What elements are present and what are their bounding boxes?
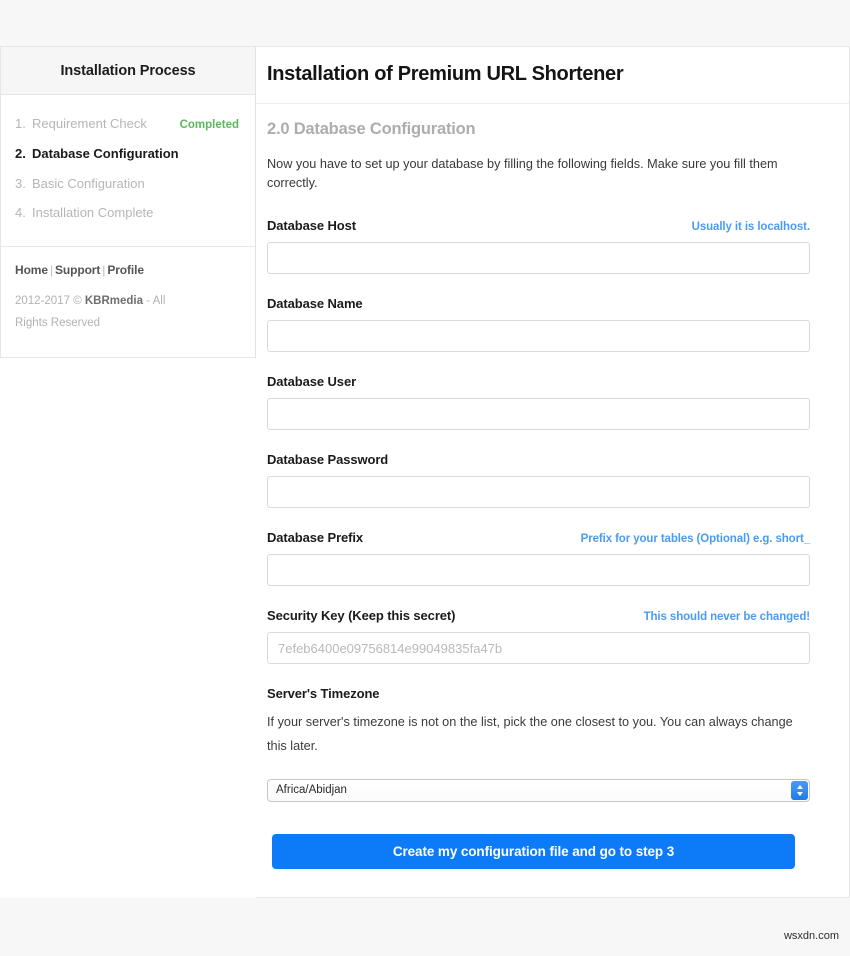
timezone-select[interactable]: Africa/Abidjan <box>267 778 810 802</box>
sidebar-title: Installation Process <box>1 47 255 95</box>
section-title: 2.0 Database Configuration <box>267 120 476 138</box>
field-label: Server's Timezone <box>267 686 380 702</box>
field-header: Security Key (Keep this secret) This sho… <box>267 608 810 623</box>
status-badge: Completed <box>179 119 239 131</box>
step-label: Requirement Check <box>32 116 147 131</box>
sidebar-item-installation-complete[interactable]: 4. Installation Complete <box>1 198 255 228</box>
step-number: 1. <box>15 116 26 131</box>
sidebar-item-requirement-check[interactable]: 1. Requirement Check Completed <box>1 109 255 139</box>
footer-separator: | <box>49 262 53 277</box>
chevron-down-icon <box>796 791 803 796</box>
database-user-input[interactable] <box>267 398 810 431</box>
footer-link-profile[interactable]: Profile <box>107 263 144 277</box>
sidebar-item-basic-configuration[interactable]: 3. Basic Configuration <box>1 169 255 199</box>
database-password-input[interactable] <box>267 476 810 509</box>
footer-link-support[interactable]: Support <box>55 263 100 277</box>
intro-text: Now you have to set up your database by … <box>267 157 778 191</box>
step-number: 2. <box>15 146 26 162</box>
installer-page: Installation Process 1. Requirement Chec… <box>0 46 850 898</box>
timezone-selected-value: Africa/Abidjan <box>276 784 347 797</box>
database-prefix-input[interactable] <box>267 554 810 587</box>
field-header: Database Host Usually it is localhost. <box>267 218 810 233</box>
sidebar: Installation Process 1. Requirement Chec… <box>0 46 256 358</box>
step-number: 3. <box>15 175 26 191</box>
chevron-updown-icon[interactable] <box>791 780 808 800</box>
security-key-input[interactable] <box>267 632 810 665</box>
copyright-brand: KBRmedia <box>84 294 144 307</box>
page-title: Installation of Premium URL Shortener <box>267 63 624 85</box>
watermark: wsxdn.com <box>783 930 839 942</box>
footer-links: Home | Support | Profile <box>15 263 241 277</box>
installation-steps-list: 1. Requirement Check Completed 2. Databa… <box>1 95 255 247</box>
footer-copyright: 2012-2017 © KBRmedia - All Rights Reserv… <box>15 290 190 335</box>
main-body: 2.0 Database Configuration Now you have … <box>256 104 849 897</box>
field-hint: Prefix for your tables (Optional) e.g. s… <box>580 533 810 546</box>
sidebar-item-database-configuration[interactable]: 2. Database Configuration <box>1 139 255 169</box>
database-host-input[interactable] <box>267 242 810 275</box>
field-hint: This should never be changed! <box>643 611 811 624</box>
sidebar-footer: Home | Support | Profile 2012-2017 © KBRmedi… <box>1 247 255 357</box>
field-database-prefix: Database Prefix Prefix for your tables (… <box>267 530 810 545</box>
field-database-password: Database Password <box>267 452 810 467</box>
step-label: Database Configuration <box>32 146 179 162</box>
step-label: Basic Configuration <box>32 175 145 191</box>
field-server-timezone: Server's Timezone <box>267 686 810 701</box>
field-security-key: Security Key (Keep this secret) This sho… <box>267 608 810 623</box>
field-label: Database Password <box>267 452 389 468</box>
field-label: Security Key (Keep this secret) <box>267 608 456 624</box>
main-content: Installation of Premium URL Shortener 2.… <box>256 46 850 898</box>
timezone-select-box[interactable]: Africa/Abidjan <box>267 778 810 802</box>
field-hint: Usually it is localhost. <box>691 221 810 234</box>
field-header: Database Password <box>267 452 810 467</box>
field-header: Server's Timezone <box>267 686 810 701</box>
field-database-user: Database User <box>267 374 810 389</box>
step-label: Installation Complete <box>32 205 154 221</box>
database-name-input[interactable] <box>267 320 810 353</box>
field-label: Database Prefix <box>267 530 364 546</box>
field-header: Database Prefix Prefix for your tables (… <box>267 530 810 545</box>
field-label: Database Name <box>267 296 363 312</box>
copyright-prefix: 2012-2017 © <box>15 294 85 307</box>
field-label: Database Host <box>267 218 357 234</box>
field-header: Database User <box>267 374 810 389</box>
field-header: Database Name <box>267 296 810 311</box>
main-header: Installation of Premium URL Shortener <box>256 47 849 104</box>
field-database-name: Database Name <box>267 296 810 311</box>
field-label: Database User <box>267 374 357 390</box>
footer-link-home[interactable]: Home <box>15 263 48 277</box>
submit-row: Create my configuration file and go to s… <box>267 833 810 869</box>
field-database-host: Database Host Usually it is localhost. <box>267 218 810 233</box>
create-configuration-button[interactable]: Create my configuration file and go to s… <box>272 833 795 869</box>
timezone-description: If your server's timezone is not on the … <box>267 715 793 754</box>
installer-card: Installation Process 1. Requirement Chec… <box>0 46 850 898</box>
chevron-up-icon <box>796 784 803 789</box>
step-number: 4. <box>15 205 26 221</box>
